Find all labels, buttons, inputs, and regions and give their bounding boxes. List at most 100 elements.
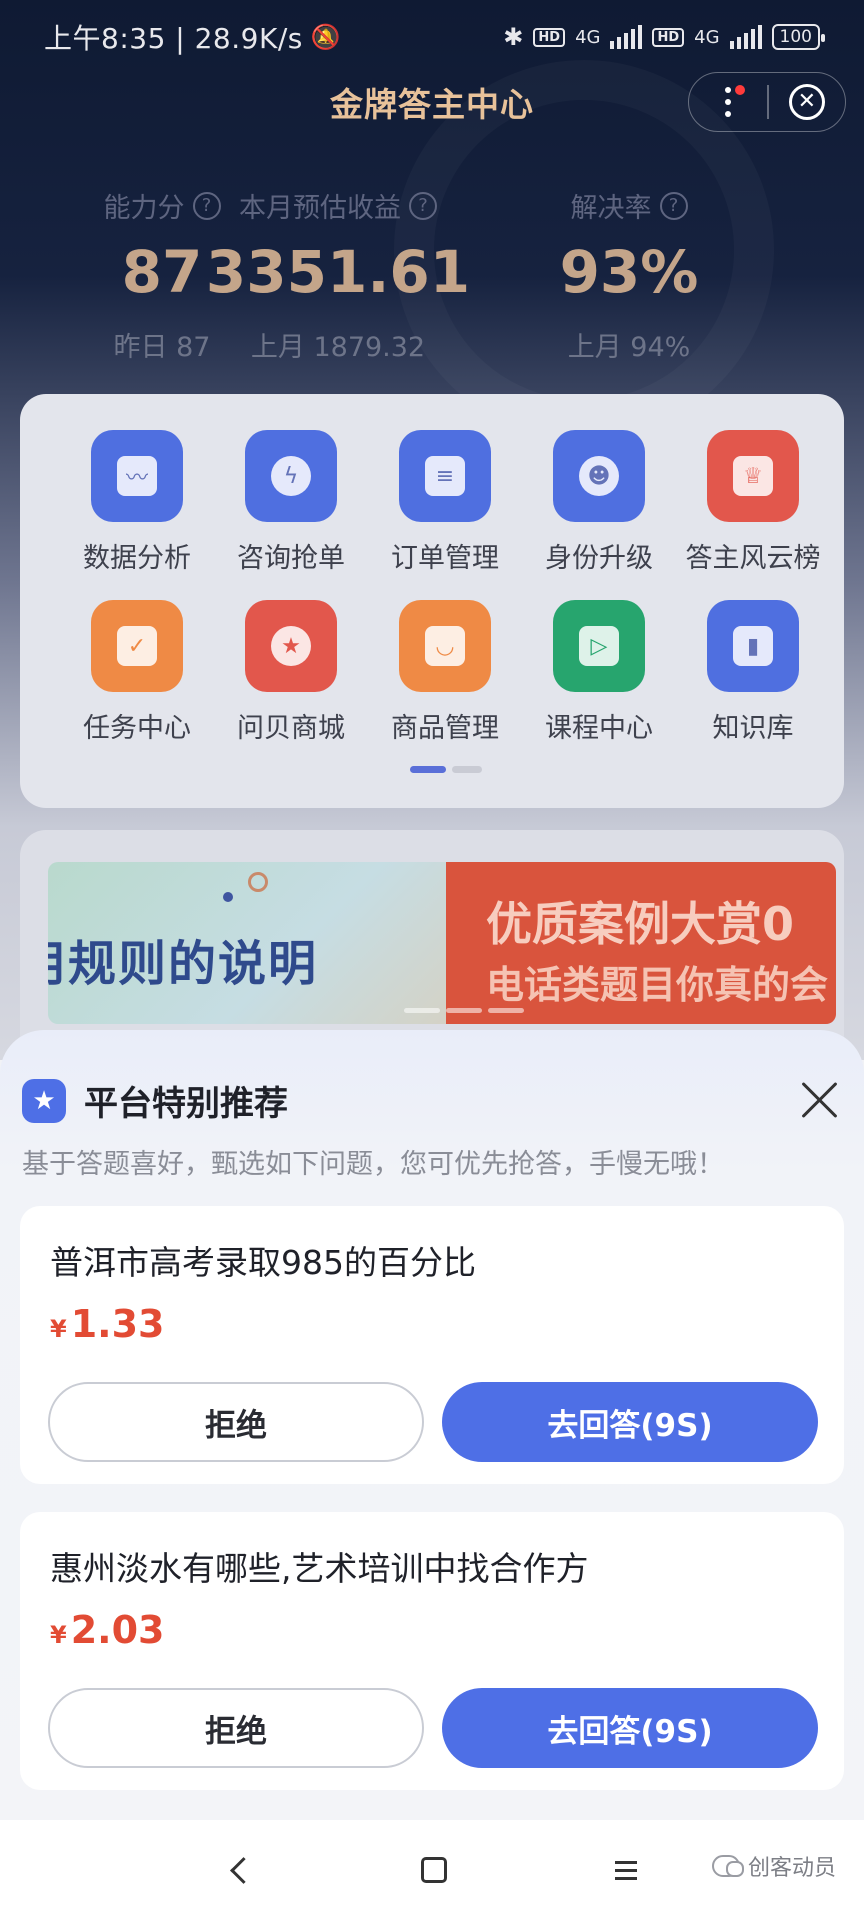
grid-item-course-center[interactable]: ▷ 课程中心 [522, 600, 676, 770]
grid-item-order-management[interactable]: ≡ 订单管理 [368, 430, 522, 600]
task-icon: ✓ [91, 600, 183, 692]
stat-income: 本月预估收益? 3351.61 上月 1879.32 [178, 186, 498, 364]
mute-bell-icon: 🔕 [310, 23, 341, 51]
pager-dot [452, 766, 482, 773]
stat-sub: 上月 1879.32 [250, 332, 426, 363]
hd-badge: HD [533, 27, 566, 47]
question-card: 普洱市高考录取985的百分比 ¥ 1.33 拒绝 去回答(9S) [20, 1206, 844, 1484]
home-icon[interactable] [414, 1850, 454, 1890]
reject-button[interactable]: 拒绝 [48, 1382, 424, 1462]
grid-item-product-management[interactable]: ◡ 商品管理 [368, 600, 522, 770]
back-icon[interactable] [220, 1850, 260, 1890]
question-price: ¥ 2.03 [50, 1608, 164, 1652]
status-time-speed: 上午8:35 | 28.9K/s [44, 22, 303, 55]
grid-item-label: 商品管理 [391, 713, 499, 744]
grid-item-label: 课程中心 [545, 713, 653, 744]
lightning-icon: ϟ [245, 430, 337, 522]
grid-item-label: 咨询抢单 [237, 543, 345, 574]
more-button[interactable] [689, 73, 767, 131]
stat-value: 3351.61 [205, 238, 471, 306]
grid-item-consult-grab[interactable]: ϟ 咨询抢单 [214, 430, 368, 600]
status-bar: 上午8:35 | 28.9K/s 🔕 ✱ HD 4G HD 4G 100 [0, 0, 864, 74]
close-button[interactable]: ✕ [769, 73, 845, 131]
star-icon: ★ [22, 1078, 66, 1123]
grid-item-label: 订单管理 [391, 543, 499, 574]
decor-circle [248, 872, 268, 892]
function-grid: 〰 数据分析 ϟ 咨询抢单 ≡ 订单管理 ☻ 身份升级 ♕ 答主风云榜 ✓ 任务… [60, 430, 836, 770]
chart-icon: 〰 [91, 430, 183, 522]
mini-program-capsule: ✕ [688, 72, 846, 132]
answer-button[interactable]: 去回答(9S) [442, 1688, 818, 1768]
stat-value: 93% [559, 238, 699, 306]
signal-icon [610, 25, 643, 49]
question-text: 惠州淡水有哪些,艺术培训中找合作方 [50, 1549, 589, 1588]
hd-badge-2: HD [652, 27, 685, 47]
wechat-icon [712, 1855, 744, 1877]
currency-symbol: ¥ [50, 1621, 67, 1649]
network-label-2: 4G [694, 26, 720, 48]
notification-dot [735, 85, 745, 95]
shop-icon: ★ [245, 600, 337, 692]
banner-indicator [404, 1008, 524, 1013]
answer-button[interactable]: 去回答(9S) [442, 1382, 818, 1462]
banner-right-subtitle: 电话类题目你真的会 [486, 963, 829, 1007]
function-grid-card: 〰 数据分析 ϟ 咨询抢单 ≡ 订单管理 ☻ 身份升级 ♕ 答主风云榜 ✓ 任务… [20, 394, 844, 808]
more-dots-icon [725, 84, 732, 120]
status-icons: ✱ HD 4G HD 4G 100 [503, 23, 826, 51]
currency-symbol: ¥ [50, 1315, 67, 1343]
reject-button[interactable]: 拒绝 [48, 1688, 424, 1768]
bluetooth-icon: ✱ [503, 23, 524, 51]
banner-left-text: 用规则的说明 [48, 936, 319, 992]
grid-item-ranking[interactable]: ♕ 答主风云榜 [676, 430, 830, 600]
grid-pager [410, 766, 482, 773]
user-icon: ☻ [553, 430, 645, 522]
grid-item-data-analysis[interactable]: 〰 数据分析 [60, 430, 214, 600]
banner-right-title: 优质案例大赏0 [486, 897, 795, 951]
help-icon[interactable]: ? [659, 191, 688, 220]
sheet-close-icon[interactable] [800, 1080, 840, 1120]
close-icon: ✕ [788, 84, 825, 120]
grid-item-identity-upgrade[interactable]: ☻ 身份升级 [522, 430, 676, 600]
banner-slide-cases[interactable]: 优质案例大赏0 电话类题目你真的会 [446, 862, 836, 1024]
sheet-title: 平台特别推荐 [84, 1084, 288, 1124]
grid-item-label: 问贝商城 [237, 713, 345, 744]
help-icon[interactable]: ? [409, 191, 437, 220]
sheet-header: ★ 平台特别推荐 [22, 1076, 288, 1125]
grid-item-shell-mall[interactable]: ★ 问贝商城 [214, 600, 368, 770]
stat-label: 解决率 [570, 193, 652, 224]
menu-icon[interactable] [606, 1850, 646, 1890]
grid-item-label: 任务中心 [83, 713, 191, 744]
grid-row: 〰 数据分析 ϟ 咨询抢单 ≡ 订单管理 ☻ 身份升级 ♕ 答主风云榜 [60, 430, 836, 600]
price-amount: 2.03 [70, 1608, 165, 1652]
decor-dot [223, 892, 233, 902]
stat-label: 本月预估收益 [239, 193, 401, 224]
recommend-sheet: ★ 平台特别推荐 基于答题喜好，甄选如下问题，您可优先抢答，手慢无哦！ 普洱市高… [0, 1030, 864, 1820]
watermark: 创客动员 [712, 1850, 836, 1882]
system-nav-bar: 创客动员 [0, 1820, 864, 1920]
question-text: 普洱市高考录取985的百分比 [50, 1243, 476, 1282]
question-card: 惠州淡水有哪些,艺术培训中找合作方 ¥ 2.03 拒绝 去回答(9S) [20, 1512, 844, 1790]
grid-row: ✓ 任务中心 ★ 问贝商城 ◡ 商品管理 ▷ 课程中心 ▮ 知识库 [60, 600, 836, 770]
stat-sub: 上月 94% [567, 332, 691, 363]
watermark-text: 创客动员 [748, 1856, 837, 1881]
grid-item-label: 知识库 [712, 713, 794, 744]
stat-resolve-rate: 解决率? 93% 上月 94% [494, 186, 764, 364]
book-icon: ▮ [707, 600, 799, 692]
grid-item-label: 数据分析 [83, 543, 191, 574]
sheet-subtitle: 基于答题喜好，甄选如下问题，您可优先抢答，手慢无哦！ [22, 1149, 724, 1180]
grid-item-knowledge-base[interactable]: ▮ 知识库 [676, 600, 830, 770]
bag-icon: ◡ [399, 600, 491, 692]
trophy-icon: ♕ [707, 430, 799, 522]
battery-icon: 100 [771, 24, 826, 50]
banner-slide-rules[interactable]: 用规则的说明 [48, 862, 446, 1024]
signal-icon-2 [729, 25, 762, 49]
grid-item-task-center[interactable]: ✓ 任务中心 [60, 600, 214, 770]
video-icon: ▷ [553, 600, 645, 692]
network-label: 4G [575, 26, 601, 48]
stats-row: 能力分? 87 昨日 87 本月预估收益? 3351.61 上月 1879.32… [0, 186, 864, 364]
question-price: ¥ 1.33 [50, 1302, 164, 1346]
document-icon: ≡ [399, 430, 491, 522]
grid-item-label: 身份升级 [545, 543, 653, 574]
price-amount: 1.33 [70, 1302, 165, 1346]
grid-item-label: 答主风云榜 [685, 543, 821, 574]
